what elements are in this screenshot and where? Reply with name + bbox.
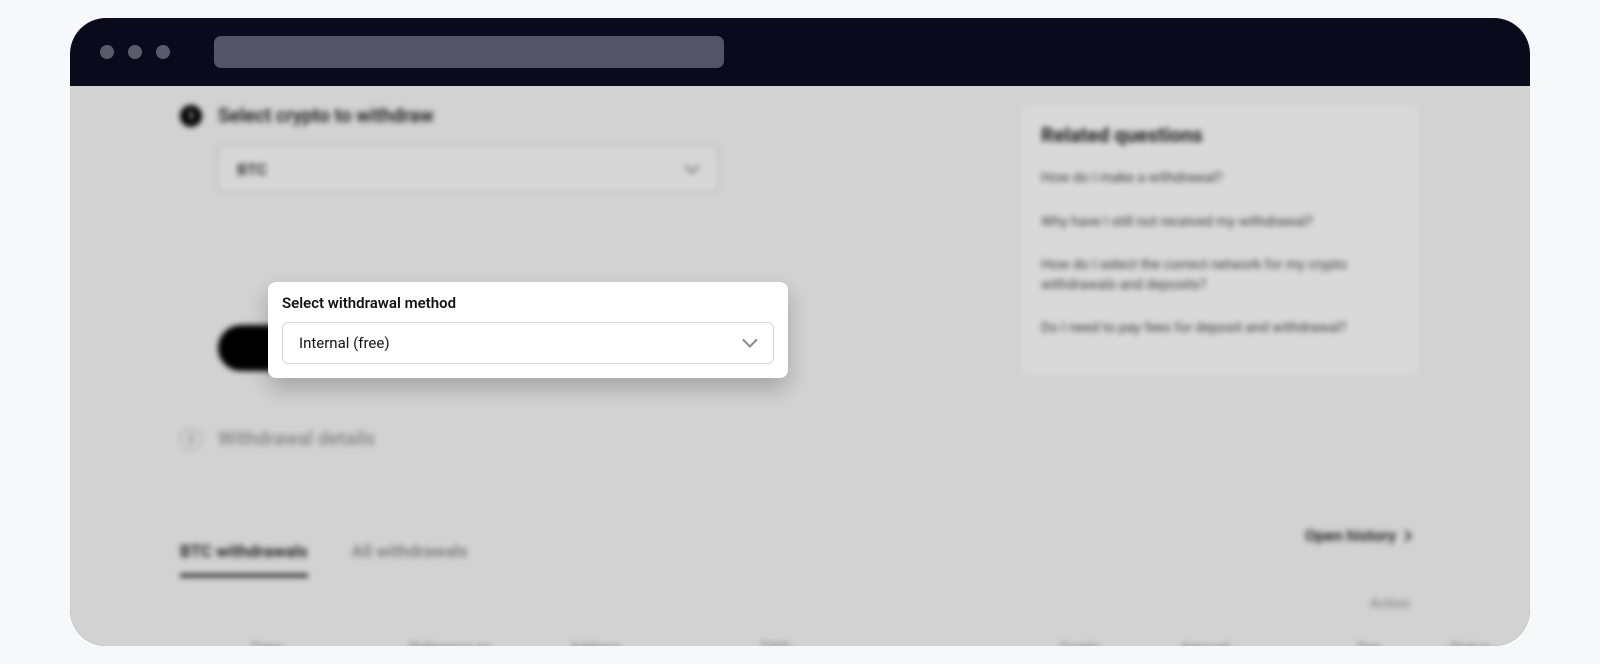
related-questions-panel: Related questions How do I make a withdr…: [1020, 104, 1420, 376]
col-amount: Amount: [1110, 640, 1230, 646]
open-history-link[interactable]: Open history: [1305, 526, 1410, 545]
step-1-title: Select crypto to withdraw: [218, 104, 434, 127]
withdrawal-method-card: Select withdrawal method Internal (free): [268, 282, 788, 378]
withdrawal-method-label: Select withdrawal method: [282, 294, 774, 312]
window-titlebar: [70, 18, 1530, 86]
col-txid: TXID: [760, 640, 960, 646]
col-action: Action: [1370, 596, 1410, 612]
related-questions-title: Related questions: [1041, 123, 1399, 147]
faq-link[interactable]: Why have I still not received my withdra…: [1041, 201, 1399, 245]
history-tabs: BTC withdrawals All withdrawals: [180, 542, 468, 577]
step-1-badge: 1: [180, 105, 202, 127]
col-crypto: Crypto: [970, 640, 1100, 646]
tab-btc-withdrawals[interactable]: BTC withdrawals: [180, 542, 308, 577]
step-2-badge: 2: [180, 428, 202, 450]
window-close-icon[interactable]: [100, 45, 114, 59]
history-bar: BTC withdrawals All withdrawals: [180, 542, 980, 577]
window-controls: [100, 45, 170, 59]
crypto-select-value: BTC: [237, 160, 267, 179]
window-minimize-icon[interactable]: [128, 45, 142, 59]
col-fee: Fee: [1240, 640, 1380, 646]
open-history-label: Open history: [1305, 526, 1396, 545]
withdrawal-method-select[interactable]: Internal (free): [282, 322, 774, 364]
col-time: Time: [250, 640, 400, 646]
chevron-down-icon: [743, 336, 757, 350]
col-reference: Reference no.: [410, 640, 560, 646]
browser-window: 1 Select crypto to withdraw BTC Next 2 W…: [70, 18, 1530, 646]
step-1-header: 1 Select crypto to withdraw: [180, 104, 980, 127]
faq-link[interactable]: How do I make a withdrawal?: [1041, 157, 1399, 201]
faq-link[interactable]: How do I select the correct network for …: [1041, 244, 1399, 307]
col-address: Address: [570, 640, 750, 646]
faq-link[interactable]: Do I need to pay fees for deposit and wi…: [1041, 307, 1399, 351]
window-maximize-icon[interactable]: [156, 45, 170, 59]
step-2-header: 2 Withdrawal details: [180, 427, 980, 450]
chevron-down-icon: [685, 162, 699, 176]
page-viewport: 1 Select crypto to withdraw BTC Next 2 W…: [70, 86, 1530, 646]
withdrawals-table-header: Time Reference no. Address TXID Crypto A…: [250, 640, 1410, 646]
crypto-select[interactable]: BTC: [218, 145, 718, 193]
address-bar[interactable]: [214, 36, 724, 68]
chevron-right-icon: [1400, 530, 1411, 541]
col-status: Status: [1390, 640, 1490, 646]
withdrawal-method-value: Internal (free): [299, 334, 390, 352]
step-2-title: Withdrawal details: [218, 427, 375, 450]
tab-all-withdrawals[interactable]: All withdrawals: [352, 542, 468, 577]
